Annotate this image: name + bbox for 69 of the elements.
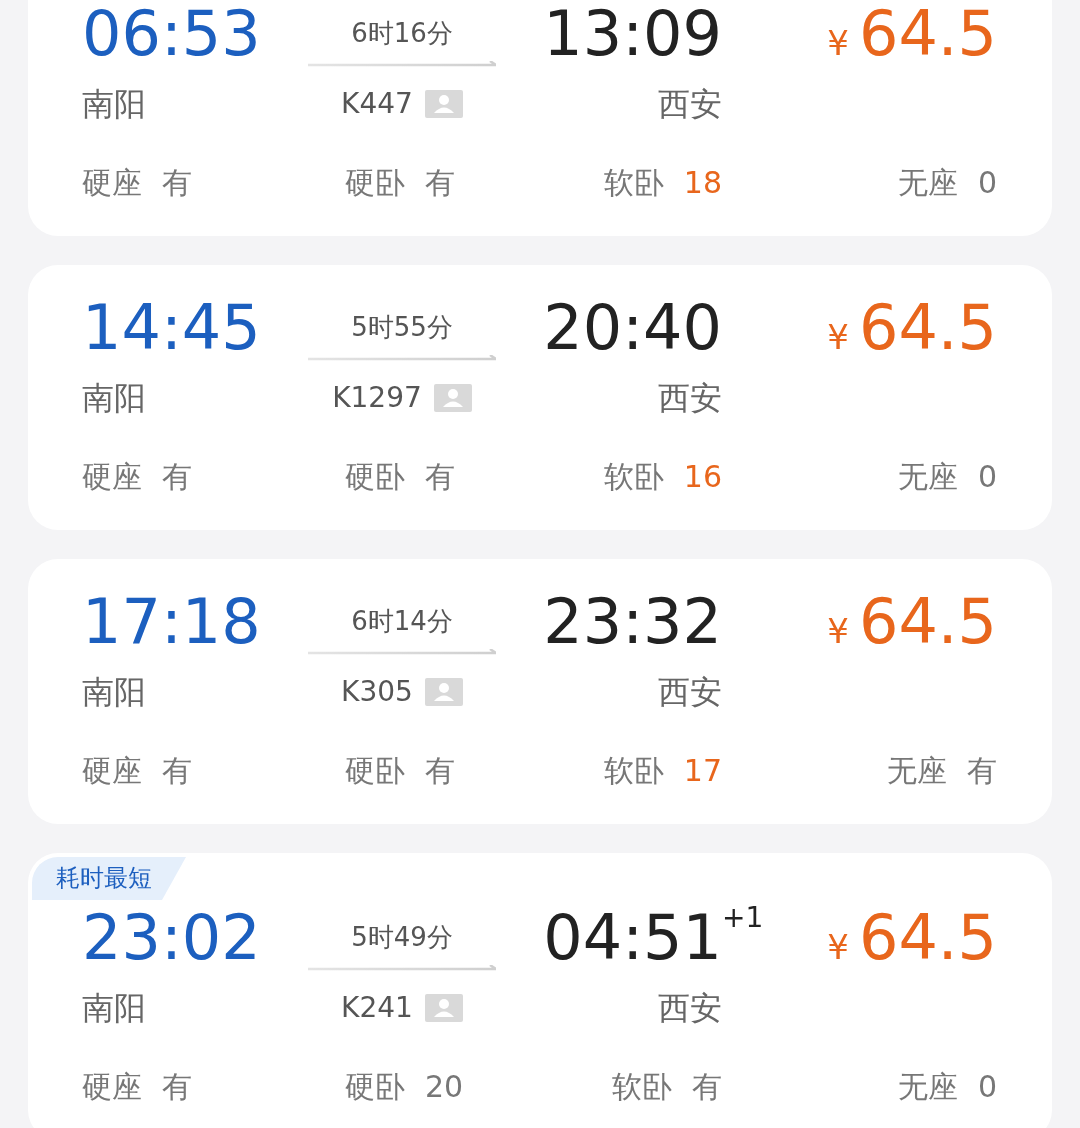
- currency-sign: ¥: [827, 611, 849, 651]
- departure-station: 南阳: [82, 378, 147, 418]
- seat-type: 硬卧: [345, 164, 405, 202]
- currency-sign: ¥: [827, 23, 849, 63]
- seat-type: 无座: [897, 164, 958, 202]
- seat-availability: 17: [683, 752, 722, 790]
- train-number: K305: [341, 674, 413, 710]
- seat-type: 硬卧: [345, 752, 405, 790]
- arrival-station: 西安: [658, 988, 722, 1028]
- duration: 6时16分: [351, 17, 453, 50]
- price: 64.5: [858, 903, 997, 973]
- id-card-icon: [424, 90, 463, 118]
- seat-availability: 20: [425, 1068, 464, 1106]
- seat-availability: 有: [692, 1068, 722, 1106]
- duration: 6时14分: [351, 605, 453, 638]
- departure-station: 南阳: [82, 988, 147, 1028]
- duration: 5时49分: [351, 921, 453, 954]
- seat-type: 软卧: [603, 752, 664, 790]
- seat-type: 硬座: [82, 1068, 142, 1106]
- arrival-time: 20:40: [543, 293, 722, 363]
- price: 64.5: [858, 587, 997, 657]
- departure-station: 南阳: [82, 672, 147, 712]
- train-number: K1297: [332, 380, 422, 416]
- seat-type: 无座: [897, 1068, 958, 1106]
- departure-time: 06:53: [82, 0, 262, 69]
- seat-availability: 18: [683, 164, 722, 202]
- seat-type: 软卧: [603, 164, 664, 202]
- seat-availability: 有: [162, 752, 192, 790]
- seat-availability: 有: [967, 752, 997, 790]
- train-number: K447: [341, 86, 413, 122]
- id-card-icon: [424, 678, 463, 706]
- seat-availability: 0: [977, 164, 997, 202]
- departure-time: 23:02: [82, 903, 262, 973]
- seat-availability: 有: [425, 458, 455, 496]
- tag-label: 耗时最短: [32, 857, 186, 900]
- seat-type: 硬卧: [345, 1068, 405, 1106]
- departure-time: 17:18: [82, 587, 262, 657]
- seat-type: 硬座: [82, 164, 142, 202]
- seat-type: 硬卧: [345, 458, 405, 496]
- price: 64.5: [858, 0, 997, 69]
- arrival-station: 西安: [658, 378, 722, 418]
- seat-availability: 有: [425, 164, 455, 202]
- id-card-icon: [433, 384, 472, 412]
- departure-time: 14:45: [82, 293, 262, 363]
- arrival-station: 西安: [658, 84, 722, 124]
- seat-availability: 16: [683, 458, 722, 496]
- arrival-time: 23:32: [543, 587, 722, 657]
- seat-availability: 0: [977, 1068, 997, 1106]
- duration: 5时55分: [351, 311, 453, 344]
- price: 64.5: [858, 293, 997, 363]
- seat-type: 无座: [887, 752, 947, 790]
- arrival-time: 13:09: [543, 0, 722, 69]
- seat-type: 硬座: [82, 752, 142, 790]
- seat-type: 硬座: [82, 458, 142, 496]
- seat-availability: 有: [162, 1068, 192, 1106]
- seat-availability: 有: [162, 164, 192, 202]
- seat-availability: 0: [977, 458, 997, 496]
- arrival-station: 西安: [658, 672, 722, 712]
- seat-availability: 有: [425, 752, 455, 790]
- currency-sign: ¥: [827, 317, 849, 357]
- seat-type: 软卧: [603, 458, 664, 496]
- currency-sign: ¥: [827, 927, 849, 967]
- seat-type: 软卧: [612, 1068, 672, 1106]
- id-card-icon: [424, 994, 463, 1022]
- seat-type: 无座: [897, 458, 958, 496]
- train-number: K241: [341, 990, 413, 1026]
- departure-station: 南阳: [82, 84, 147, 124]
- next-day-mark: +1: [722, 901, 764, 935]
- seat-availability: 有: [162, 458, 192, 496]
